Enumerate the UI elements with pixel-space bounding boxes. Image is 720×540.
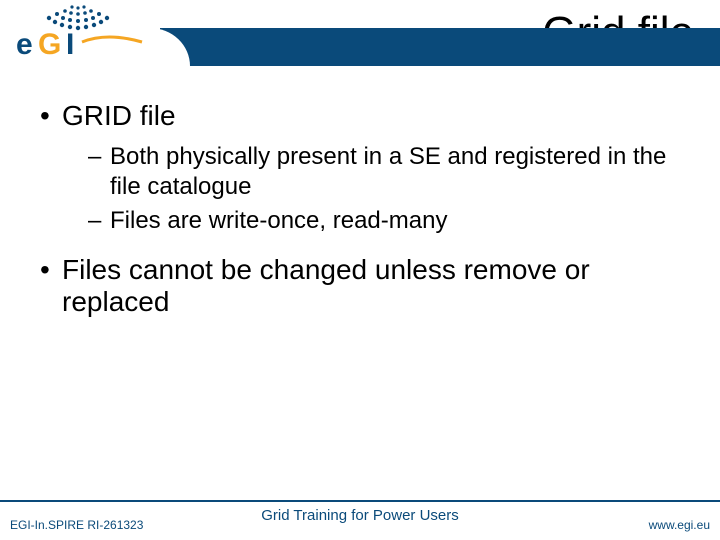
footer-right-text: www.egi.eu xyxy=(649,518,710,532)
egi-logo-text-icon: e G I xyxy=(12,28,152,62)
svg-text:G: G xyxy=(38,28,61,61)
footer-divider xyxy=(0,500,720,502)
svg-text:I: I xyxy=(66,28,74,61)
logo-area: e G I xyxy=(0,0,160,70)
svg-text:e: e xyxy=(16,28,33,61)
bullet-item: Files are write-once, read-many xyxy=(34,206,686,236)
footer-center-text: Grid Training for Power Users xyxy=(0,507,720,524)
bullet-item: Both physically present in a SE and regi… xyxy=(34,142,686,202)
slide-header: Grid file e G I xyxy=(0,0,720,70)
slide-content: GRID file Both physically present in a S… xyxy=(0,70,720,318)
bullet-item: GRID file xyxy=(34,100,686,132)
bullet-item: Files cannot be changed unless remove or… xyxy=(34,254,686,318)
slide-footer: EGI-In.SPIRE RI-261323 Grid Training for… xyxy=(0,500,720,540)
